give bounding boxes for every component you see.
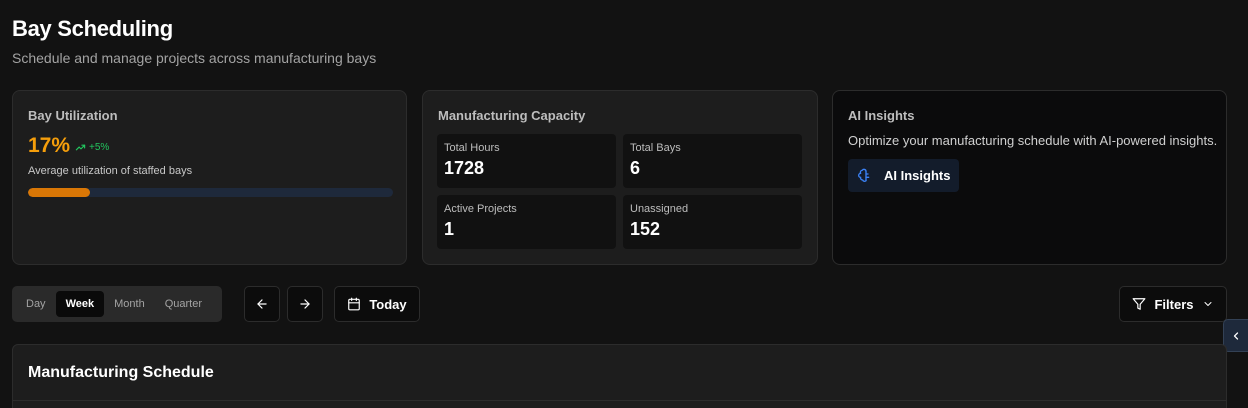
utilization-progress-bar: [28, 188, 393, 197]
manufacturing-schedule-title: Manufacturing Schedule: [28, 364, 214, 381]
view-tab-quarter[interactable]: Quarter: [155, 291, 212, 317]
stat-label: Unassigned: [630, 203, 689, 215]
stat-label: Total Hours: [444, 142, 500, 154]
view-tab-week[interactable]: Week: [55, 291, 105, 317]
previous-button[interactable]: [244, 286, 280, 322]
today-button-label: Today: [369, 296, 407, 312]
utilization-trend-value: +5%: [89, 142, 110, 153]
ai-insights-title: AI Insights: [848, 108, 915, 123]
divider: [13, 400, 1226, 401]
sidebar-collapse-toggle[interactable]: [1223, 319, 1248, 352]
view-tab-month[interactable]: Month: [104, 291, 155, 317]
view-switcher: Day Week Month Quarter: [12, 286, 222, 322]
utilization-description: Average utilization of staffed bays: [28, 165, 193, 177]
stat-label: Active Projects: [444, 203, 517, 215]
stat-total-hours: Total Hours 1728: [437, 134, 616, 188]
ai-insights-button-label: AI Insights: [884, 168, 951, 183]
utilization-progress-fill: [28, 188, 91, 197]
manufacturing-capacity-title: Manufacturing Capacity: [438, 108, 586, 123]
view-tab-day[interactable]: Day: [16, 291, 56, 317]
ai-insights-description: Optimize your manufacturing schedule wit…: [848, 133, 1218, 148]
filter-icon: [1133, 298, 1146, 310]
arrow-right-icon: [300, 299, 310, 309]
stat-unassigned: Unassigned 152: [623, 195, 802, 249]
filters-button[interactable]: Filters: [1119, 286, 1227, 322]
ai-insights-card: AI Insights Optimize your manufacturing …: [832, 90, 1227, 265]
stat-active-projects: Active Projects 1: [437, 195, 616, 249]
stat-label: Total Bays: [630, 142, 681, 154]
brain-icon: [858, 168, 870, 182]
page-title: Bay Scheduling: [12, 16, 173, 41]
chevron-left-icon: [1233, 331, 1239, 340]
stat-value: 1: [444, 219, 455, 239]
utilization-value: 17%: [28, 134, 71, 157]
stat-value: 1728: [444, 158, 485, 178]
chevron-down-icon: [1204, 302, 1211, 306]
utilization-trend: +5%: [75, 142, 109, 153]
bay-utilization-card: Bay Utilization 17% +5% Average utilizat…: [12, 90, 407, 265]
ai-insights-button[interactable]: AI Insights: [848, 159, 959, 192]
manufacturing-schedule-panel: Manufacturing Schedule: [12, 344, 1227, 408]
stat-value: 152: [630, 219, 661, 239]
trending-up-icon: [75, 144, 86, 151]
stat-value: 6: [630, 158, 641, 178]
arrow-left-icon: [257, 299, 267, 309]
calendar-icon: [348, 297, 361, 311]
stat-total-bays: Total Bays 6: [623, 134, 802, 188]
next-button[interactable]: [287, 286, 323, 322]
today-button[interactable]: Today: [334, 286, 420, 322]
page-subtitle: Schedule and manage projects across manu…: [12, 50, 377, 66]
bay-utilization-title: Bay Utilization: [28, 108, 118, 123]
filters-button-label: Filters: [1154, 296, 1194, 312]
manufacturing-capacity-card: Manufacturing Capacity Total Hours 1728 …: [422, 90, 818, 265]
